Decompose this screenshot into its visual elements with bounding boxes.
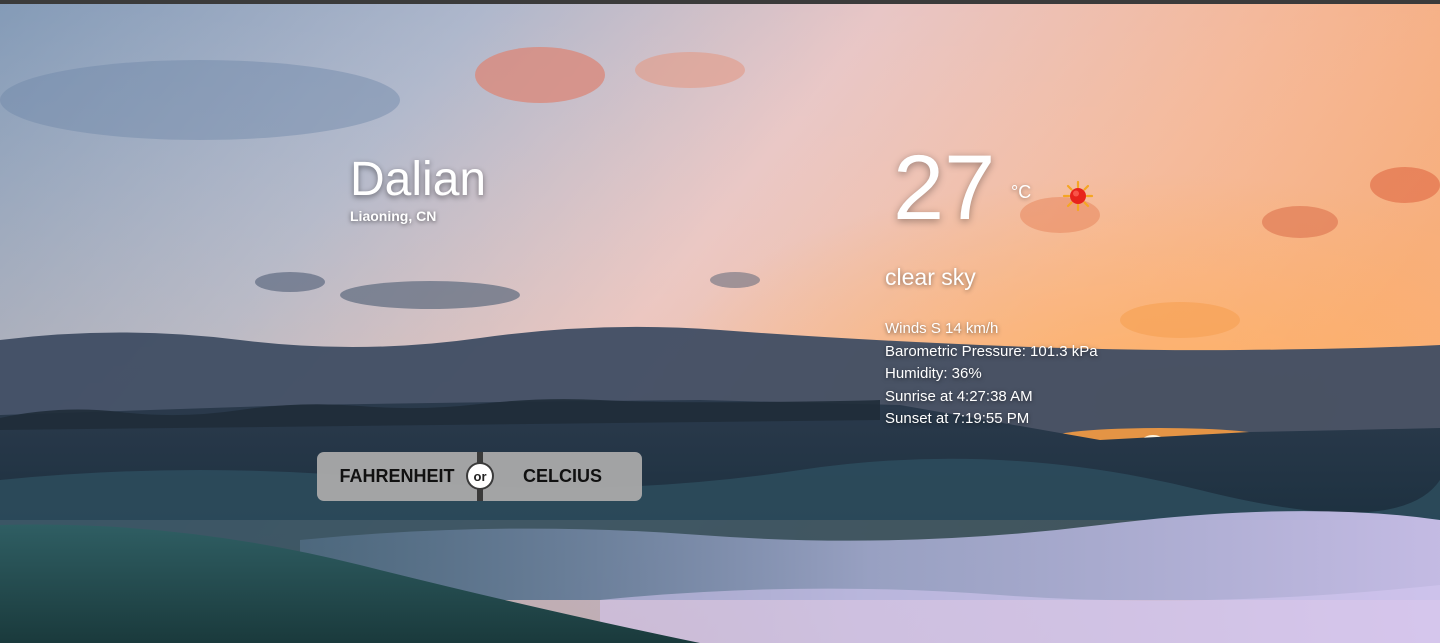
- humidity-info: Humidity: 36%: [885, 365, 982, 382]
- temperature-value: 27: [893, 137, 996, 239]
- temperature-block: 27 °C: [893, 137, 1031, 239]
- weather-description: clear sky: [885, 264, 976, 290]
- wind-info: Winds S 14 km/h: [885, 320, 999, 337]
- pressure-info: Barometric Pressure: 101.3 kPa: [885, 342, 1098, 360]
- sunrise-info: Sunrise at 4:27:38 AM: [885, 387, 1033, 405]
- weather-details: Winds S 14 km/h Barometric Pressure: 101…: [885, 318, 1098, 431]
- location-block: Dalian Liaoning, CN: [350, 153, 487, 225]
- sun-icon: [1062, 180, 1094, 212]
- window-top-bar: [0, 0, 1440, 4]
- or-badge: or: [468, 464, 492, 488]
- celcius-button[interactable]: CELCIUS: [483, 452, 642, 501]
- city-name: Dalian: [350, 153, 487, 206]
- temperature-unit: °C: [1011, 182, 1032, 202]
- unit-toggle: FAHRENHEIT CELCIUS or: [317, 452, 642, 501]
- region-name: Liaoning, CN: [350, 208, 437, 224]
- background-landscape: [0, 0, 1440, 643]
- sunset-info: Sunset at 7:19:55 PM: [885, 410, 1030, 427]
- fahrenheit-button[interactable]: FAHRENHEIT: [317, 452, 477, 501]
